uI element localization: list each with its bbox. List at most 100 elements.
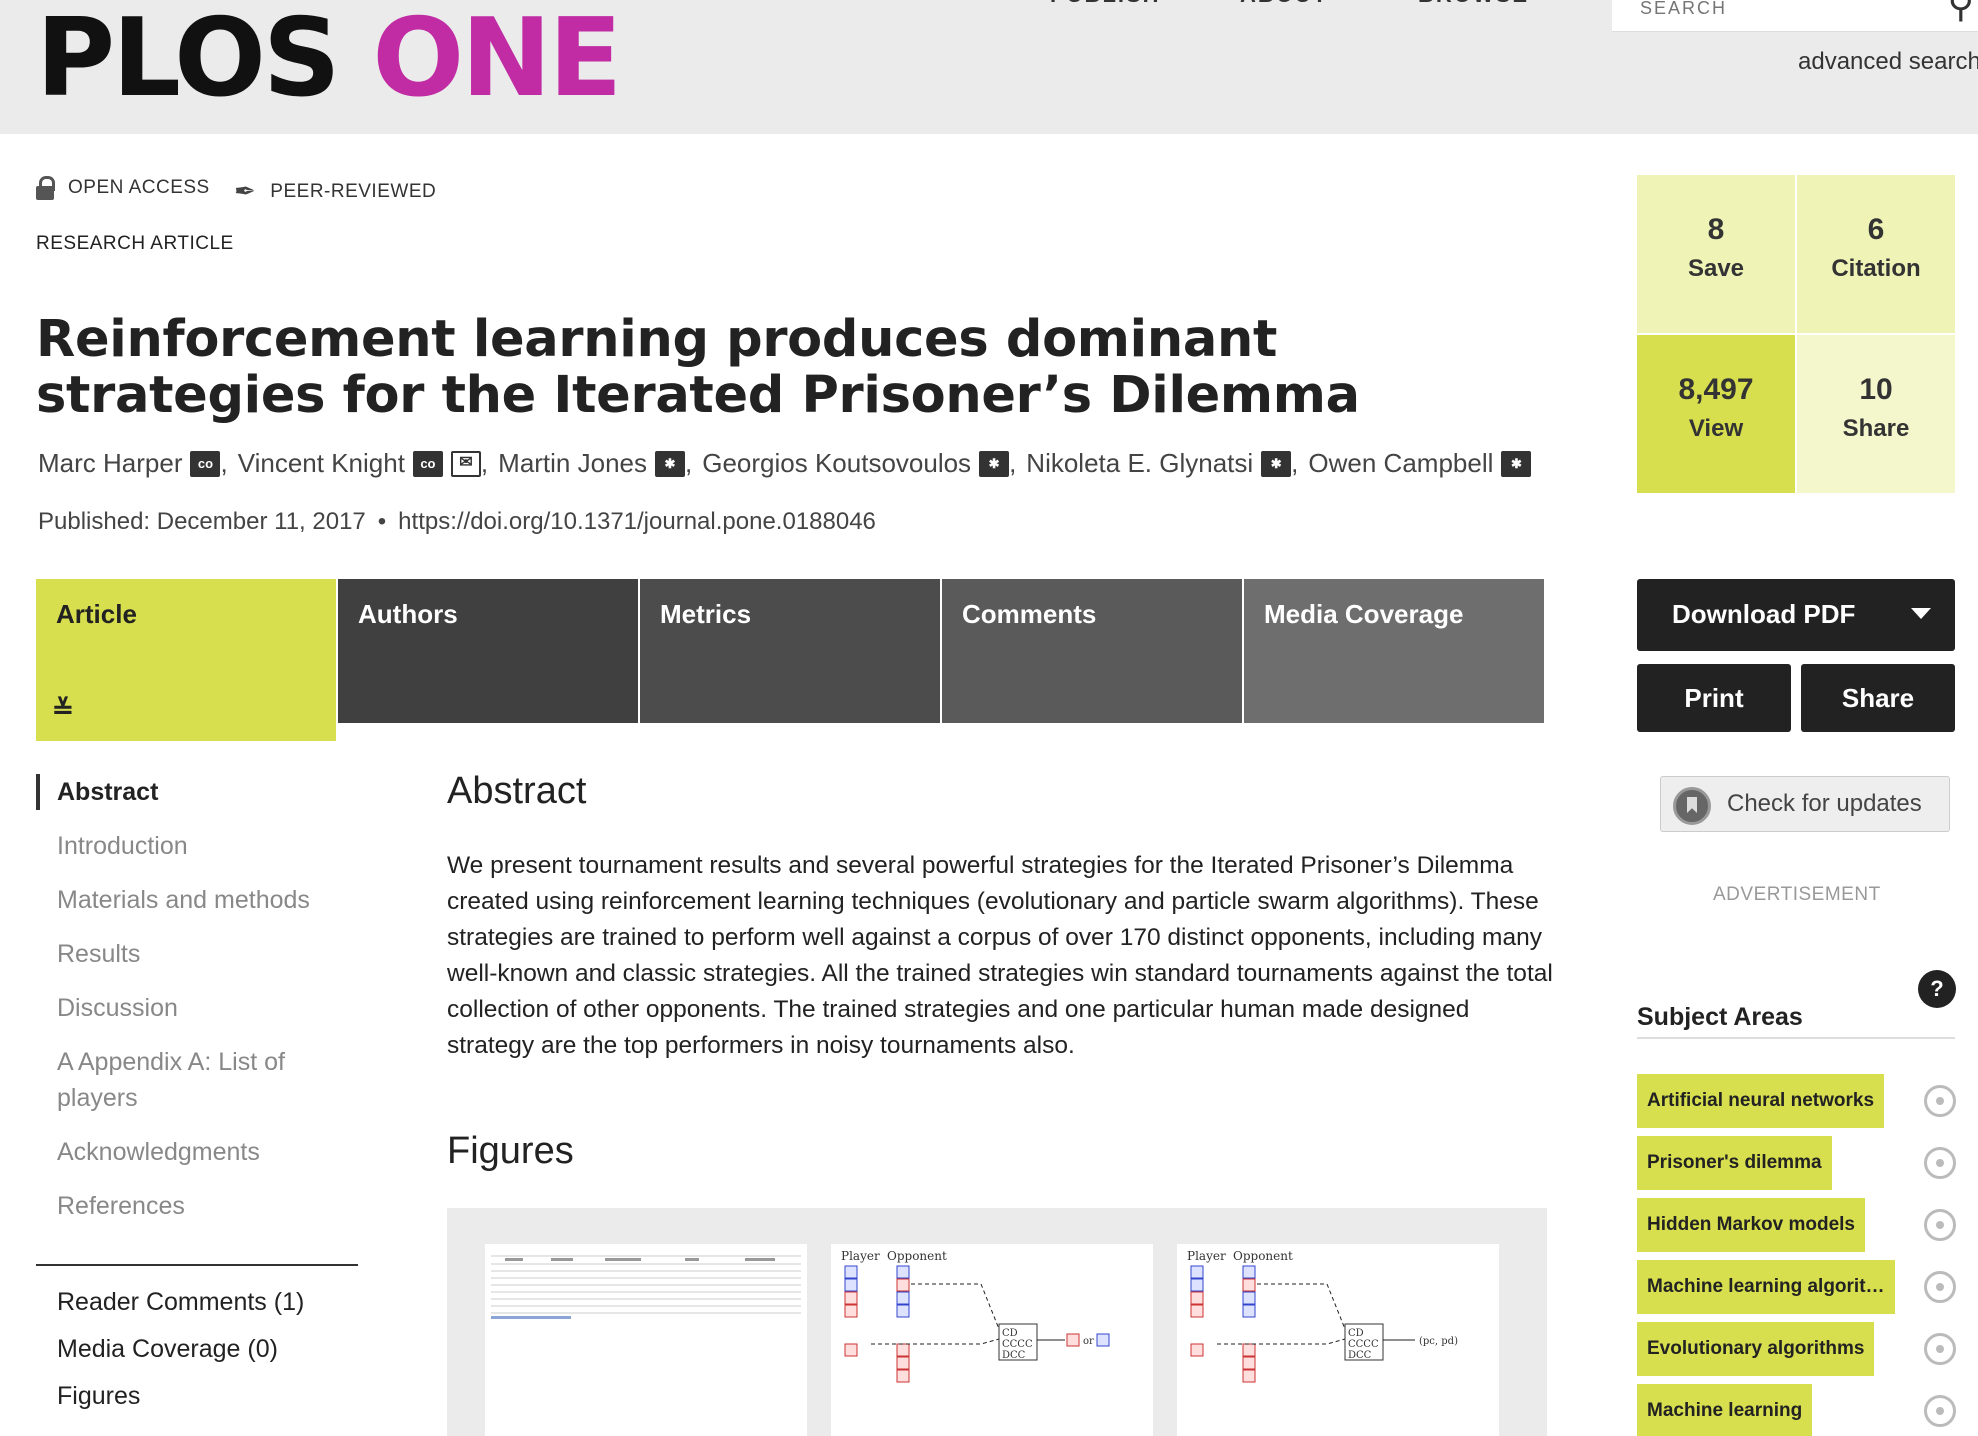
subject-tag[interactable]: Evolutionary algorithms <box>1637 1322 1875 1376</box>
nav-acknowledgments[interactable]: Acknowledgments <box>36 1134 260 1170</box>
target-icon[interactable] <box>1924 1209 1956 1241</box>
author-item[interactable]: Martin Jones ✱ <box>498 448 685 479</box>
metric-view[interactable]: 8,497 View <box>1637 335 1795 493</box>
diagram-1-graphic: Player Opponent CDCCCCDCC or <box>841 1249 1110 1383</box>
metric-share[interactable]: 10 Share <box>1797 335 1955 493</box>
target-icon[interactable] <box>1924 1333 1956 1365</box>
target-icon[interactable] <box>1924 1085 1956 1117</box>
nav-results[interactable]: Results <box>36 936 140 972</box>
peer-reviewed-badge[interactable]: ✒ PEER-REVIEWED <box>234 176 436 207</box>
nav-publish[interactable]: PUBLISH <box>1050 0 1161 8</box>
open-access-label: OPEN ACCESS <box>68 177 210 198</box>
metric-citation[interactable]: 6 Citation <box>1797 175 1955 333</box>
abstract-heading: Abstract <box>447 770 587 812</box>
player-label: Player <box>841 1249 880 1263</box>
svg-text:CCCC: CCCC <box>1002 1339 1033 1350</box>
nav-media-coverage[interactable]: Media Coverage (0) <box>57 1335 278 1364</box>
published-date: Published: December 11, 2017 <box>38 508 366 535</box>
subject-tag[interactable]: Artificial neural networks <box>1637 1074 1885 1128</box>
tab-label: Authors <box>358 599 458 629</box>
nav-appendix[interactable]: A Appendix A: List of players <box>36 1044 316 1116</box>
figures-heading: Figures <box>447 1130 574 1172</box>
figure-thumbnail-table[interactable] <box>485 1244 807 1436</box>
author-name[interactable]: Owen Campbell <box>1308 448 1493 479</box>
asterisk-icon[interactable]: ✱ <box>655 450 685 477</box>
check-for-updates-button[interactable]: Check for updates <box>1660 776 1950 832</box>
subject-tag[interactable]: Prisoner's dilemma <box>1637 1136 1832 1190</box>
asterisk-icon[interactable]: ✱ <box>1501 450 1532 477</box>
peer-reviewed-label: PEER-REVIEWED <box>270 180 437 202</box>
tab-authors[interactable]: Authors <box>338 579 638 723</box>
print-button[interactable]: Print <box>1637 664 1791 732</box>
nav-figures[interactable]: Figures <box>57 1382 140 1411</box>
search-box: ⚲ <box>1612 0 1978 32</box>
open-access-badge[interactable]: OPEN ACCESS <box>36 176 210 200</box>
target-icon[interactable] <box>1924 1147 1956 1179</box>
nav-introduction[interactable]: Introduction <box>36 828 188 864</box>
doi-link[interactable]: https://doi.org/10.1371/journal.pone.018… <box>398 508 876 535</box>
target-icon[interactable] <box>1924 1271 1956 1303</box>
nav-divider <box>36 1264 358 1266</box>
asterisk-icon[interactable]: ✱ <box>1261 450 1292 477</box>
author-separator: , <box>480 448 489 478</box>
figure-thumbnail-diagram-1[interactable]: Player Opponent CD CCCC DCC or <box>831 1244 1153 1436</box>
author-item[interactable]: Vincent Knight co ✉ <box>238 448 481 479</box>
or-label: or <box>1083 1336 1094 1347</box>
asterisk-icon[interactable]: ✱ <box>979 450 1010 477</box>
nav-reader-comments[interactable]: Reader Comments (1) <box>57 1288 304 1317</box>
tab-label: Metrics <box>660 599 752 629</box>
target-icon[interactable] <box>1924 1395 1956 1427</box>
svg-text:CCCC: CCCC <box>1348 1339 1379 1350</box>
svg-text:DCC: DCC <box>1348 1350 1372 1361</box>
pc-pd-label: (pc, pd) <box>1419 1336 1458 1347</box>
article-type: RESEARCH ARTICLE <box>36 233 234 254</box>
crossmark-icon <box>1673 787 1711 825</box>
author-name[interactable]: Vincent Knight <box>238 448 405 479</box>
download-pdf-button[interactable]: Download PDF <box>1637 579 1955 651</box>
caret-down-icon[interactable] <box>1911 608 1931 619</box>
plos-one-logo[interactable]: PLOS ONE <box>36 4 622 114</box>
nav-references[interactable]: References <box>36 1188 185 1224</box>
metric-value: 8,497 <box>1678 373 1754 406</box>
author-name[interactable]: Marc Harper <box>38 448 182 479</box>
search-input[interactable] <box>1612 0 1912 26</box>
mail-icon[interactable]: ✉ <box>450 450 481 477</box>
author-item[interactable]: Georgios Koutsovoulos ✱ <box>702 448 1010 479</box>
nav-materials-methods[interactable]: Materials and methods <box>36 882 310 918</box>
download-pdf-label: Download PDF <box>1672 599 1856 629</box>
svg-text:DCC: DCC <box>1002 1350 1026 1361</box>
figure-thumbnail-diagram-2[interactable]: Player Opponent CD CCCC DCC (pc, pd) <box>1177 1244 1499 1436</box>
nav-discussion[interactable]: Discussion <box>36 990 178 1026</box>
search-icon[interactable]: ⚲ <box>1948 0 1974 26</box>
nav-browse[interactable]: BROWSE <box>1418 0 1529 8</box>
tab-label: Media Coverage <box>1264 599 1464 629</box>
author-name[interactable]: Georgios Koutsovoulos <box>702 448 971 479</box>
advanced-search-link[interactable]: advanced search <box>1798 48 1978 76</box>
nav-about[interactable]: ABOUT <box>1240 0 1328 8</box>
nav-abstract[interactable]: Abstract <box>36 774 158 810</box>
check-updates-label: Check for updates <box>1727 790 1922 817</box>
contributed-equally-icon[interactable]: co <box>412 450 443 477</box>
tab-metrics[interactable]: Metrics <box>640 579 940 723</box>
subject-tag[interactable]: Machine learning algorit… <box>1637 1260 1895 1314</box>
author-separator: , <box>220 448 228 478</box>
author-separator: , <box>685 448 693 478</box>
metric-label: View <box>1688 415 1744 442</box>
metric-save[interactable]: 8 Save <box>1637 175 1795 333</box>
contributed-equally-icon[interactable]: co <box>190 450 221 477</box>
open-lock-icon <box>36 176 55 200</box>
opponent-label: Opponent <box>887 1249 947 1263</box>
author-item[interactable]: Marc Harper co <box>38 448 221 479</box>
help-icon[interactable]: ? <box>1918 970 1956 1008</box>
tab-comments[interactable]: Comments <box>942 579 1242 723</box>
tab-media-coverage[interactable]: Media Coverage <box>1244 579 1544 723</box>
advertisement-label: ADVERTISEMENT <box>1713 884 1881 905</box>
subject-tag[interactable]: Machine learning <box>1637 1384 1813 1436</box>
tab-article[interactable]: Article ≚ <box>36 579 336 741</box>
author-name[interactable]: Nikoleta E. Glynatsi <box>1026 448 1253 479</box>
author-item[interactable]: Owen Campbell ✱ <box>1308 448 1532 479</box>
subject-tag[interactable]: Hidden Markov models <box>1637 1198 1865 1252</box>
author-item[interactable]: Nikoleta E. Glynatsi ✱ <box>1026 448 1292 479</box>
author-name[interactable]: Martin Jones <box>498 448 647 479</box>
share-button[interactable]: Share <box>1801 664 1955 732</box>
